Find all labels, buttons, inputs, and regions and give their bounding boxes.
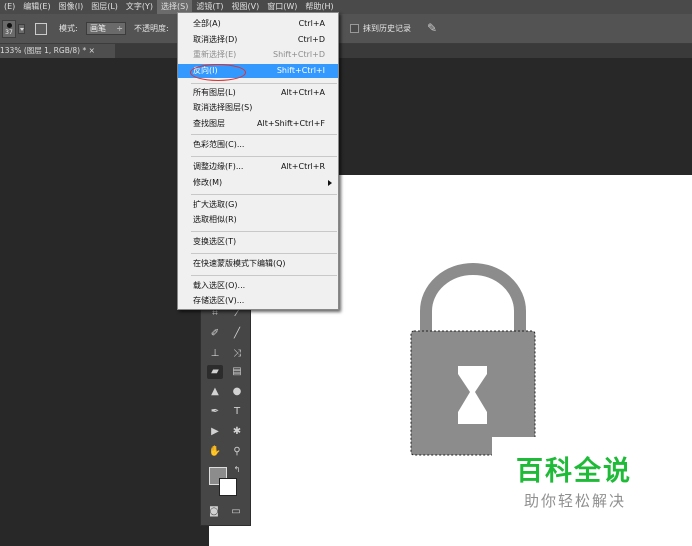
history-brush-icon[interactable]: ⤨ xyxy=(229,347,245,361)
menu-item-all-layers[interactable]: 所有图层(L) Alt+Ctrl+A xyxy=(178,86,338,100)
select-menu-dropdown: 全部(A) Ctrl+A 取消选择(D) Ctrl+D 重新选择(E) Shif… xyxy=(177,12,339,310)
menu-item-reselect: 重新选择(E) Shift+Ctrl+D xyxy=(193,50,325,59)
menu-item-select-all[interactable]: 全部(A) Ctrl+A xyxy=(178,17,338,31)
background-color-swatch[interactable] xyxy=(219,478,237,496)
brush-icon[interactable]: ╱ xyxy=(229,327,245,341)
menu-item-quick-mask[interactable]: 在快速蒙版模式下编辑(Q) xyxy=(178,257,338,271)
menu-item-refine-edge[interactable]: 调整边缘(F)... Alt+Ctrl+R xyxy=(178,160,338,174)
watermark-title: 百科全说 xyxy=(516,456,632,487)
menu-item-save-selection[interactable]: 存储选区(V)... xyxy=(178,294,338,308)
quick-mask-icon[interactable]: ◙ xyxy=(206,505,222,519)
menu-item-deselect-layers[interactable]: 取消选择图层(S) xyxy=(178,101,338,115)
toolbox-panel: ⌗ ⁄ ✐ ╱ ⊥ ⤨ ▰ ▤ ▲ ● ✒ T ▶ ✱ ✋ ⚲ ↰ ◙ ▭ xyxy=(200,300,251,526)
menu-item-grow[interactable]: 扩大选取(G) xyxy=(178,198,338,212)
zoom-icon[interactable]: ⚲ xyxy=(229,445,245,459)
submenu-arrow-icon xyxy=(328,180,332,186)
menu-separator xyxy=(191,194,337,195)
hand-icon[interactable]: ✋ xyxy=(207,445,223,459)
menu-item-similar[interactable]: 选取相似(R) xyxy=(178,213,338,227)
highlight-circle-annotation xyxy=(190,64,246,81)
menu-separator xyxy=(191,156,337,157)
menu-item-color-range[interactable]: 色彩范围(C)... xyxy=(178,138,338,152)
clone-stamp-icon[interactable]: ⊥ xyxy=(207,347,223,361)
menu-item-transform-selection[interactable]: 变换选区(T) xyxy=(178,235,338,249)
dodge-icon[interactable]: ● xyxy=(229,385,245,399)
lock-shackle xyxy=(420,263,526,332)
menu-separator xyxy=(191,231,337,232)
menu-separator xyxy=(191,253,337,254)
shape-icon[interactable]: ✱ xyxy=(229,425,245,439)
screen-mode-icon[interactable]: ▭ xyxy=(228,505,244,519)
healing-brush-icon[interactable]: ✐ xyxy=(207,327,223,341)
type-icon[interactable]: T xyxy=(229,405,245,419)
path-selection-icon[interactable]: ▶ xyxy=(207,425,223,439)
menu-separator xyxy=(191,134,337,135)
menu-separator xyxy=(191,275,337,276)
menu-item-modify[interactable]: 修改(M) xyxy=(178,176,338,190)
menu-item-find-layers[interactable]: 查找图层 Alt+Shift+Ctrl+F xyxy=(178,117,338,131)
gradient-icon[interactable]: ▤ xyxy=(229,365,245,379)
blur-icon[interactable]: ▲ xyxy=(207,385,223,399)
menu-separator xyxy=(191,83,337,84)
eraser-icon[interactable]: ▰ xyxy=(207,365,223,379)
swap-colors-icon[interactable]: ↰ xyxy=(229,463,245,477)
menu-item-load-selection[interactable]: 载入选区(O)... xyxy=(178,279,338,293)
pen-icon[interactable]: ✒ xyxy=(207,405,223,419)
menu-item-deselect[interactable]: 取消选择(D) Ctrl+D xyxy=(178,33,338,47)
watermark-subtitle: 助你轻松解决 xyxy=(524,492,627,510)
